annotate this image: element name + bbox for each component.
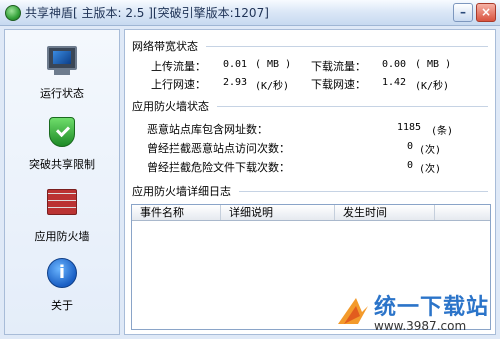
download-speed-label: 下载网速： [311,78,366,91]
blocked-site-visits-label: 曾经拦截恶意站点访问次数： [147,142,290,155]
blocked-downloads-label: 曾经拦截危险文件下载次数： [147,161,290,174]
window-title: 共享神盾[ 主版本: 2.5 ][突破引擎版本:1207] [25,6,269,20]
sidebar-item-about[interactable]: i 关于 [5,256,119,313]
download-flow-value: 0.00 [382,59,407,70]
log-table-header: 事件名称 详细说明 发生时间 [132,205,490,221]
network-section-title: 网络带宽状态 [132,38,488,54]
malicious-site-count-unit: (条) [431,126,454,137]
sidebar-item-label: 运行状态 [40,87,84,100]
close-icon[interactable]: × [476,3,496,22]
upload-speed-value: 2.93 [223,77,248,88]
download-speed-unit: (K/秒) [415,81,450,92]
monitor-icon [45,46,79,80]
app-shield-icon [5,4,21,21]
title-bar: 共享神盾[ 主版本: 2.5 ][突破引擎版本:1207] – × [0,0,500,26]
malicious-site-count-label: 恶意站点库包含网址数： [147,123,268,136]
sidebar-item-label: 关于 [51,299,73,312]
blocked-site-visits-value: 0 [407,141,414,152]
upload-flow-unit: ( MB ) [255,59,292,70]
shield-icon [45,117,79,151]
sidebar: 运行状态 突破共享限制 应用防火墙 i 关于 [4,29,120,335]
log-section-title: 应用防火墙详细日志 [132,183,488,199]
window-controls: – × [453,3,496,22]
firewall-log-table[interactable]: 事件名称 详细说明 发生时间 [131,204,491,330]
main-panel: 网络带宽状态 上传流量： 0.01 ( MB ) 下载流量： 0.00 ( MB… [124,29,496,335]
download-speed-value: 1.42 [382,77,407,88]
upload-flow-label: 上传流量： [151,60,206,73]
sidebar-item-firewall[interactable]: 应用防火墙 [5,184,119,244]
column-header-time[interactable]: 发生时间 [335,205,435,220]
firewall-section-title: 应用防火墙状态 [132,98,488,114]
upload-speed-unit: (K/秒) [255,81,290,92]
firewall-icon [45,189,79,223]
column-header-details[interactable]: 详细说明 [221,205,335,220]
about-icon: i [45,258,79,292]
sidebar-item-label: 应用防火墙 [34,230,90,243]
blocked-downloads-value: 0 [407,160,414,171]
upload-flow-value: 0.01 [223,59,248,70]
sidebar-item-label: 突破共享限制 [29,158,95,171]
sidebar-item-break-share-limit[interactable]: 突破共享限制 [5,116,119,172]
download-flow-label: 下载流量： [311,60,366,73]
download-flow-unit: ( MB ) [415,59,452,70]
column-header-event-name[interactable]: 事件名称 [132,205,221,220]
sidebar-item-run-status[interactable]: 运行状态 [5,44,119,101]
malicious-site-count-value: 1185 [397,122,422,133]
upload-speed-label: 上行网速： [151,78,206,91]
blocked-site-visits-unit: (次) [419,145,442,156]
minimize-icon[interactable]: – [453,3,473,22]
blocked-downloads-unit: (次) [419,164,442,175]
